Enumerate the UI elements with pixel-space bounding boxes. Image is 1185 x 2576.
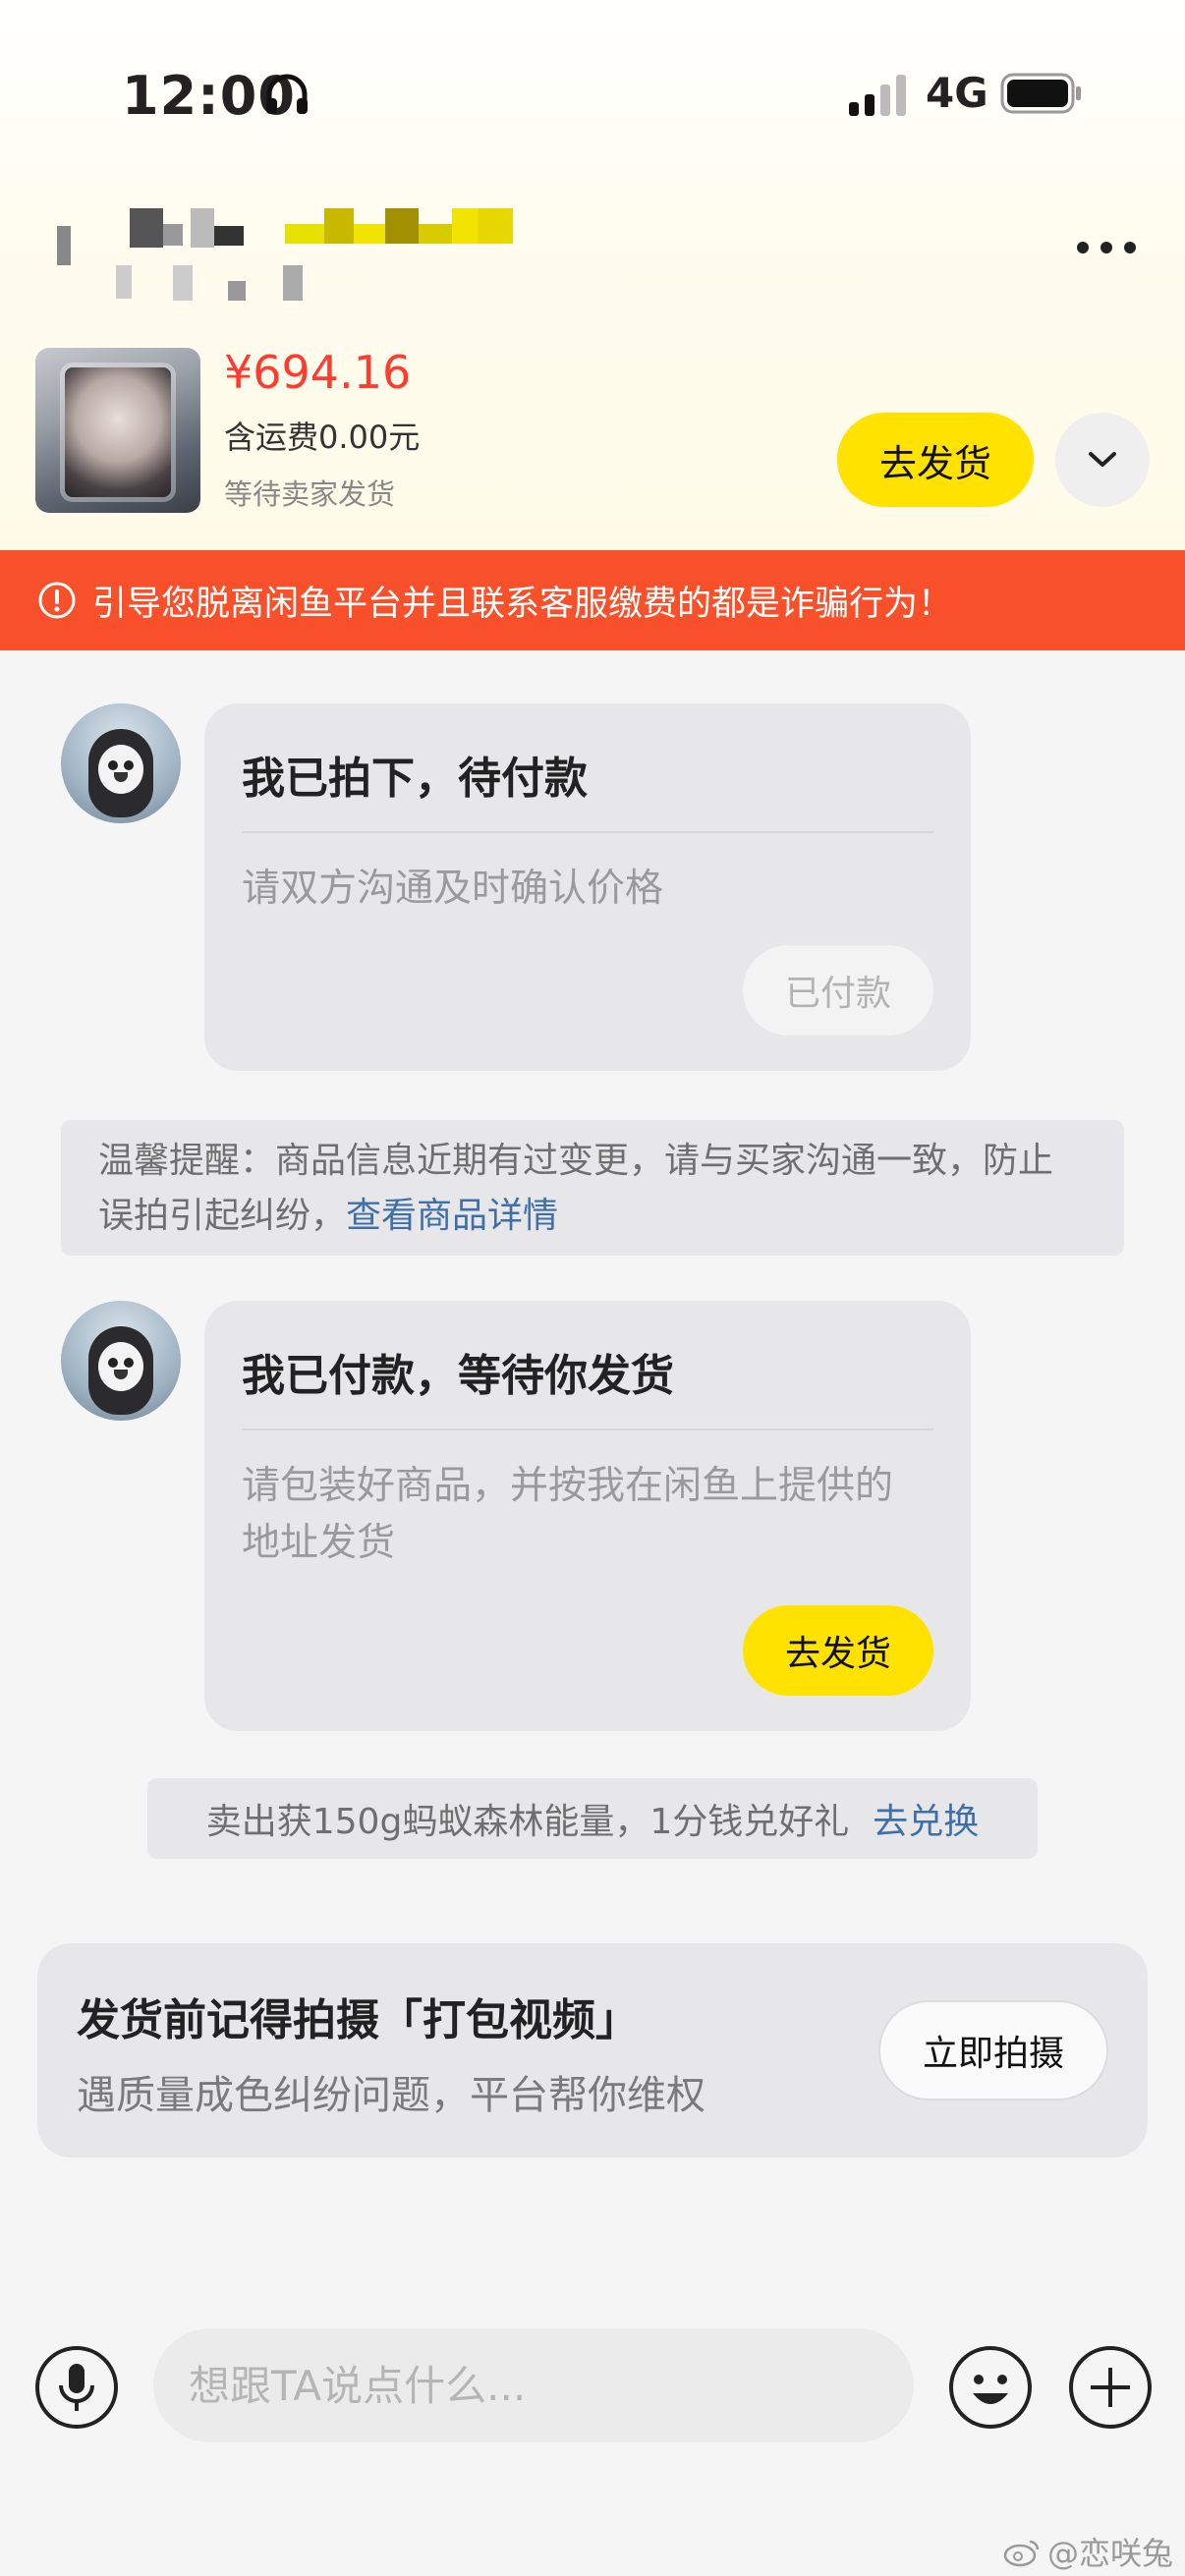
signal-icon — [849, 75, 906, 116]
product-thumbnail[interactable] — [35, 348, 200, 513]
video-card-title: 发货前记得拍摄「打包视频」 — [77, 1995, 639, 2045]
paid-button[interactable]: 已付款 — [743, 945, 933, 1036]
expand-button[interactable] — [1055, 413, 1150, 507]
alert-icon — [38, 582, 76, 619]
battery-icon — [1000, 73, 1081, 114]
microphone-icon[interactable] — [33, 2344, 120, 2431]
shipping-fee: 含运费0.00元 — [224, 419, 421, 456]
message-desc: 请包装好商品，并按我在闲鱼上提供的地址发货 — [242, 1464, 894, 1565]
energy-promo: 卖出获150g蚂蚁森林能量，1分钱兑好礼 去兑换 — [147, 1778, 1038, 1859]
watermark: @恋咲兔 — [1002, 2529, 1173, 2574]
message-desc: 请双方沟通及时确认价格 — [242, 867, 664, 911]
plus-icon[interactable] — [1067, 2344, 1154, 2431]
divider — [242, 1428, 933, 1430]
redeem-link[interactable]: 去兑换 — [873, 1793, 979, 1844]
divider — [242, 831, 933, 833]
packing-video-card: 发货前记得拍摄「打包视频」 遇质量成色纠纷问题，平台帮你维权 立即拍摄 — [37, 1943, 1148, 2157]
tip-text: 温馨提醒：商品信息近期有过变更，请与买家沟通一致，防止误拍引起纠纷， — [98, 1141, 1054, 1236]
network-label: 4G — [926, 69, 988, 117]
product-price: ¥694.16 — [224, 346, 412, 399]
buyer-avatar[interactable] — [61, 703, 181, 823]
reminder-tip: 温馨提醒：商品信息近期有过变更，请与买家沟通一致，防止误拍引起纠纷，查看商品详情 — [61, 1120, 1124, 1256]
ship-button[interactable]: 去发货 — [837, 413, 1034, 507]
emoji-icon[interactable] — [947, 2344, 1034, 2431]
ship-button[interactable]: 去发货 — [743, 1605, 933, 1696]
watermark-text: @恋咲兔 — [1047, 2535, 1174, 2572]
weibo-icon — [1003, 2540, 1040, 2567]
message-title: 我已拍下，待付款 — [242, 754, 588, 804]
chevron-down-icon — [1089, 452, 1116, 467]
energy-text: 卖出获150g蚂蚁森林能量，1分钱兑好礼 — [205, 1802, 850, 1842]
headphone-icon — [266, 74, 308, 114]
record-now-button[interactable]: 立即拍摄 — [878, 2000, 1108, 2100]
view-product-details-link[interactable]: 查看商品详情 — [346, 1196, 558, 1236]
message-title: 我已付款，等待你发货 — [242, 1351, 674, 1401]
fraud-warning-banner: 引导您脱离闲鱼平台并且联系客服缴费的都是诈骗行为！ — [0, 550, 1185, 650]
video-card-subtitle: 遇质量成色纠纷问题，平台帮你维权 — [77, 2073, 705, 2118]
more-options-icon[interactable] — [1075, 236, 1138, 259]
message-card-pending-payment: 我已拍下，待付款 请双方沟通及时确认价格 已付款 — [204, 703, 971, 1071]
order-status: 等待卖家发货 — [224, 477, 396, 511]
message-card-paid: 我已付款，等待你发货 请包装好商品，并按我在闲鱼上提供的地址发货 去发货 — [204, 1301, 971, 1731]
message-input[interactable] — [153, 2328, 914, 2442]
banner-text: 引导您脱离闲鱼平台并且联系客服缴费的都是诈骗行为！ — [92, 584, 953, 624]
buyer-avatar[interactable] — [61, 1301, 181, 1421]
